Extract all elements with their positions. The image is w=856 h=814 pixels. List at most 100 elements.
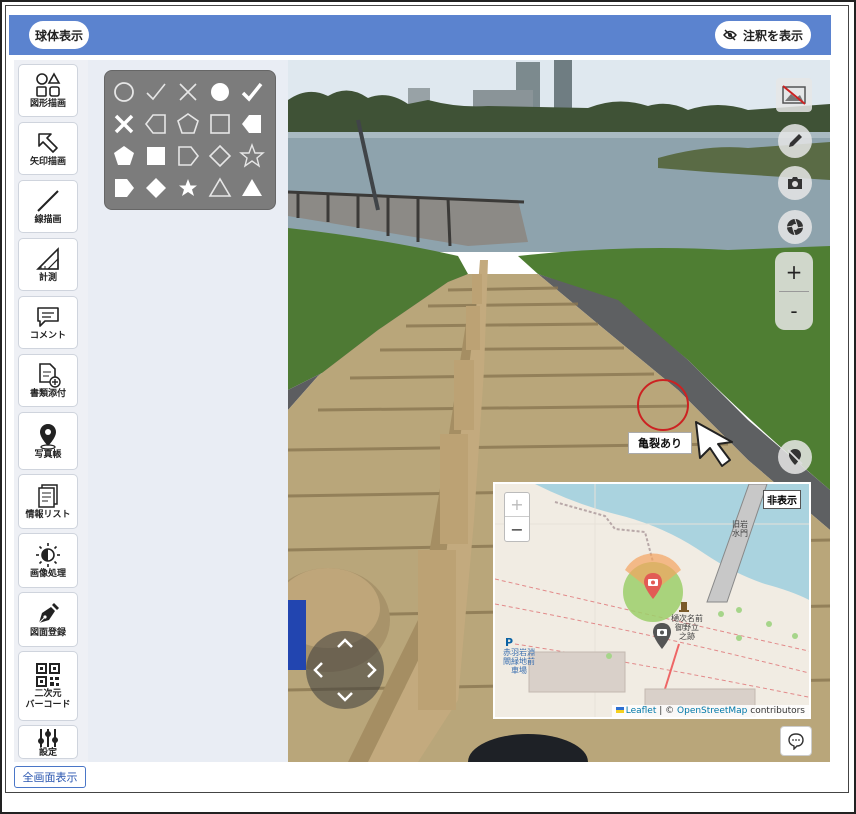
cross-filled-shape[interactable] [111,111,137,137]
check-filled-shape[interactable] [239,79,265,105]
sidebar-item-label: 画像処理 [29,569,66,579]
sidebar-item-photobook[interactable]: 写真帳 [18,412,78,470]
cross-outline-shape[interactable] [175,79,201,105]
sidebar-item-label: コメント [29,331,66,341]
sidebar-item-line[interactable]: 線描画 [18,180,78,233]
map-pin-icon [33,422,63,450]
pentagon-arrow-right-outline-shape[interactable] [175,143,201,169]
map-zoom-out-label: − [510,519,524,539]
ukraine-flag-icon [615,707,624,713]
check-outline-shape[interactable] [143,79,169,105]
sidebar-item-info-list[interactable]: 情報リスト [18,474,78,529]
fullscreen-button[interactable]: 全画面表示 [14,766,86,788]
screenshot-button[interactable] [778,166,812,200]
triangle-outline-shape[interactable] [207,175,233,201]
hide-annotations-toggle[interactable] [776,78,812,112]
sidebar-item-label: 図形描画 [29,99,66,109]
sidebar-item-shapes[interactable]: 図形描画 [18,64,78,117]
map-hide-button[interactable]: 非表示 [763,490,801,509]
attribution-separator: | © [656,706,678,716]
draw-pencil-button[interactable] [778,124,812,158]
zoom-in-button[interactable]: + [775,252,813,291]
comment-button[interactable] [780,726,812,756]
pentagon-filled-shape[interactable] [111,143,137,169]
square-filled-shape[interactable] [143,143,169,169]
aperture-icon [786,218,804,236]
pen-nib-icon [33,600,63,628]
sidebar-item-label: 情報リスト [25,510,71,520]
sidebar-item-drawing-register[interactable]: 図面登録 [18,592,78,647]
pentagon-arrow-right-filled-shape[interactable] [111,175,137,201]
circle-filled-shape[interactable] [207,79,233,105]
map-label-station: 赤羽岩淵 閘緑地前 車場 [503,648,535,675]
attribution-tail: contributors [747,706,805,716]
sidebar-item-label: 矢印描画 [29,157,66,167]
app-window: 球体表示 注釈を表示 図形描画 矢印描画 線描画 計測 コメント 書類添付 写真… [5,5,849,793]
nav-right-icon[interactable] [362,660,382,680]
zoom-out-label: - [790,298,798,323]
show-annotations-button[interactable]: 注釈を表示 [715,21,811,49]
line-icon [33,187,63,215]
pencil-icon [789,134,802,147]
sidebar-item-label: 計測 [38,273,57,283]
pentagon-arrow-left-filled-shape[interactable] [239,111,265,137]
tool-sidebar: 図形描画 矢印描画 線描画 計測 コメント 書類添付 写真帳 情報リスト 画像処… [14,60,88,762]
sidebar-item-image-processing[interactable]: 画像処理 [18,533,78,588]
sidebar-item-label: 線描画 [34,215,62,225]
annotation-text: 亀裂あり [638,437,682,450]
pentagon-outline-shape[interactable] [175,111,201,137]
zoom-controls: + - [775,252,813,330]
sidebar-item-arrow[interactable]: 矢印描画 [18,122,78,175]
hide-pin-button[interactable] [778,440,812,474]
map-label-monument: 樋次名前 御野立 之跡 [671,614,703,641]
annotation-label[interactable]: 亀裂あり [628,432,692,454]
photo-marker-icon[interactable] [642,572,664,600]
eye-slash-icon [723,29,737,41]
mini-map[interactable]: 旧岩 水門 樋次名前 御野立 之跡 P 赤羽岩淵 閘緑地前 車場 + − 非表示… [493,482,811,719]
sidebar-item-settings[interactable]: 設定 [18,725,78,759]
square-outline-shape[interactable] [207,111,233,137]
sidebar-item-label: 写真帳 [34,449,62,460]
panorama-viewer[interactable]: 亀裂あり + - 旧岩 水門 樋次名前 御野立 之跡 P 赤羽岩淵 閘緑地前 車… [288,60,830,762]
arrow-icon [33,129,63,157]
diamond-filled-shape[interactable] [143,175,169,201]
navigation-pad [306,631,384,709]
circle-outline-shape[interactable] [111,79,137,105]
sidebar-item-label: 図面登録 [29,628,66,638]
diamond-outline-shape[interactable] [207,143,233,169]
pin-off-icon [787,449,803,465]
nav-down-icon[interactable] [335,687,355,707]
annotation-circle-marker[interactable] [636,378,690,434]
image-off-icon [782,85,806,105]
sidebar-item-qr-code[interactable]: 二次元 バーコード [18,651,78,721]
zoom-out-button[interactable]: - [775,291,813,330]
fullscreen-label: 全画面表示 [22,771,78,784]
star-filled-shape[interactable] [175,175,201,201]
sidebar-item-label: 設定 [38,748,57,758]
qr-code-icon [33,661,63,689]
sphere-view-button[interactable]: 球体表示 [29,21,89,49]
sidebar-item-comment[interactable]: コメント [18,296,78,349]
aperture-button[interactable] [778,210,812,244]
map-hide-label: 非表示 [767,496,797,507]
nav-up-icon[interactable] [335,633,355,653]
show-annotations-label: 注釈を表示 [742,28,803,43]
map-zoom-in-button[interactable]: + [505,493,529,517]
star-outline-shape[interactable] [239,143,265,169]
leaflet-link[interactable]: Leaflet [626,706,657,716]
shape-palette [104,70,276,210]
map-zoom-controls: + − [504,492,530,542]
camera-icon [788,177,802,189]
pentagon-arrow-left-outline-shape[interactable] [143,111,169,137]
sidebar-item-attach[interactable]: 書類添付 [18,354,78,407]
document-attach-icon [33,361,63,389]
sidebar-item-measure[interactable]: 計測 [18,238,78,291]
openstreetmap-link[interactable]: OpenStreetMap [677,706,747,716]
map-zoom-out-button[interactable]: − [505,517,529,541]
sliders-icon [33,728,63,748]
ruler-triangle-icon [33,245,63,273]
nav-left-icon[interactable] [308,660,328,680]
triangle-filled-shape[interactable] [239,175,265,201]
map-tiles [495,484,809,717]
shapes-icon [33,71,63,99]
